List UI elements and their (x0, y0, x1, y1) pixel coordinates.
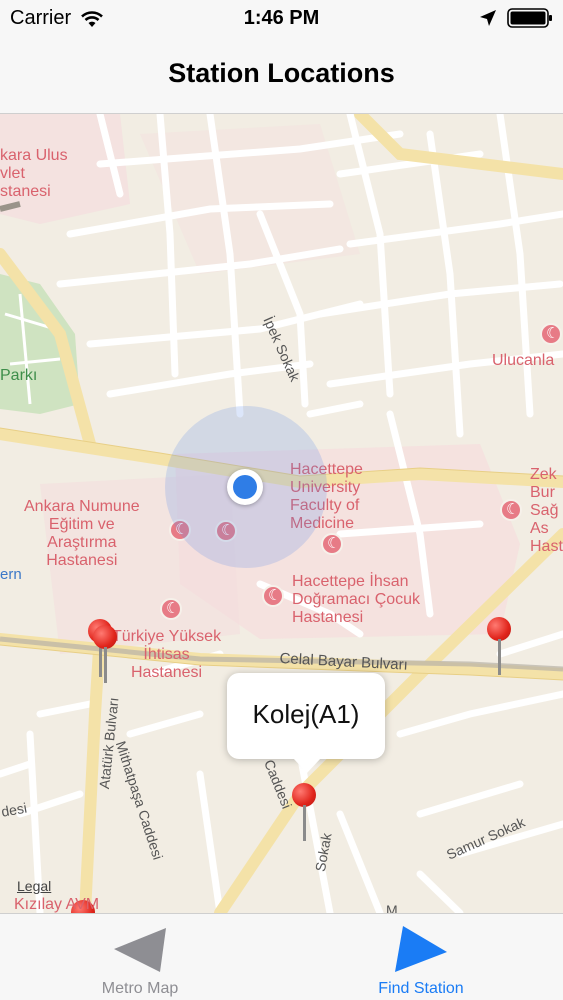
pin-needle (104, 647, 107, 683)
hospital-icon[interactable] (160, 598, 182, 620)
kizilay-label[interactable]: Kızılay AVM (14, 896, 99, 913)
battery-icon (507, 8, 552, 28)
status-bar: Carrier 1:46 PM (0, 0, 563, 40)
street-label-m: M (386, 902, 398, 913)
station-pin-selected[interactable] (292, 783, 316, 841)
tab-label: Metro Map (101, 980, 179, 997)
navigation-bar: Station Locations (0, 40, 563, 114)
triangle-right-icon (395, 926, 447, 972)
hospital-icon[interactable] (321, 533, 343, 555)
hospital-label-ulus[interactable]: kara Ulus vlet stanesi (0, 147, 68, 201)
map-view[interactable]: Parkı ern kara Ulus vlet stanesi Hacette… (0, 114, 563, 913)
hospital-label-numune[interactable]: Ankara Numune Eğitim ve Araştırma Hastan… (24, 498, 140, 570)
tab-find-station[interactable]: Find Station (321, 914, 521, 1000)
park-label: Parkı (0, 367, 38, 384)
pin-head (487, 617, 511, 641)
station-pin[interactable] (487, 617, 511, 675)
station-callout[interactable]: Kolej(A1) (227, 673, 385, 773)
hospital-label-yuksek[interactable]: Türkiye Yüksek İhtisas Hastanesi (112, 628, 221, 682)
pin-head (292, 783, 316, 807)
tab-metro-map[interactable]: Metro Map (40, 914, 240, 1000)
hospital-icon[interactable] (262, 585, 284, 607)
pin-needle (498, 639, 501, 675)
pin-needle (303, 805, 306, 841)
status-right (479, 8, 553, 28)
page-title: Station Locations (168, 58, 395, 88)
hospital-label-zekai[interactable]: Zek Bur Sağ As Hast (530, 466, 563, 556)
user-location-dot[interactable] (227, 469, 263, 505)
tab-label: Find Station (378, 980, 464, 997)
location-arrow-icon (480, 10, 496, 26)
tab-bar: Metro Map Find Station (0, 913, 563, 1000)
hospital-label-ulucanlar[interactable]: Ulucanla (492, 352, 554, 370)
station-pin[interactable] (93, 625, 117, 683)
pin-head (93, 625, 117, 649)
callout-title: Kolej(A1) (252, 699, 360, 729)
hospital-label-ihsan[interactable]: Hacettepe İhsan Doğramacı Çocuk Hastanes… (292, 573, 420, 627)
legal-link[interactable]: Legal (17, 878, 51, 894)
hospital-icon[interactable] (500, 499, 522, 521)
triangle-left-icon (114, 928, 166, 972)
water-label: ern (0, 566, 22, 583)
hospital-icon[interactable] (540, 323, 562, 345)
